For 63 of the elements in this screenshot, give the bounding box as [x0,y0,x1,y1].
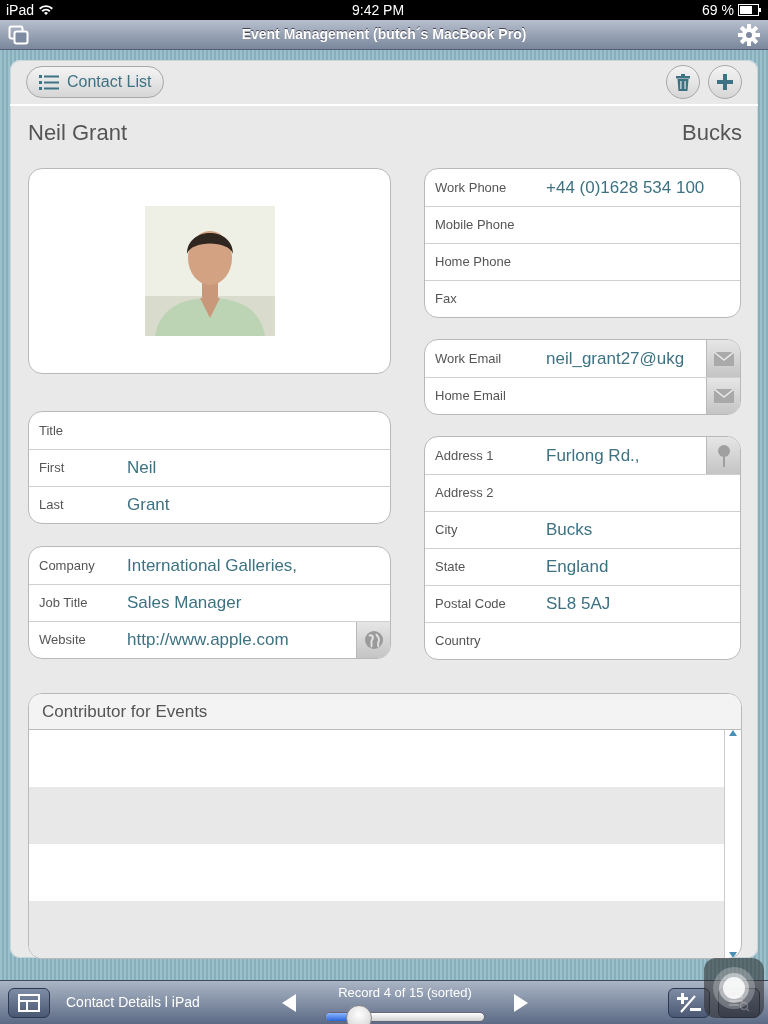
plus-minus-icon [677,992,701,1013]
portal-title: Contributor for Events [29,694,741,730]
field-value: England [546,556,610,579]
field-value: Sales Manager [127,592,243,615]
field-label: Work Email [434,349,503,368]
layouts-button[interactable] [8,987,50,1018]
field-label: Home Email [434,387,507,406]
field-label: First [38,459,66,478]
layout-icon [18,993,40,1012]
field-value: http://www.apple.com [127,629,290,652]
record-counter: Record 4 of 15 (sorted) [338,985,472,1000]
contact-list-button[interactable]: Contact List [26,66,165,98]
contact-name: Neil Grant [28,119,128,147]
field-value: Bucks [546,519,594,542]
field-value: neil_grant27@ukg [546,347,686,370]
globe-icon [364,631,383,649]
field-value: International Galleries, [127,554,299,577]
field-label: Title [38,421,65,440]
field-value: +44 (0)1628 534 100 [546,176,706,199]
pin-icon [717,444,730,467]
add-remove-button[interactable] [668,987,710,1018]
field-label: Website [38,631,87,650]
field-value: Furlong Rd., [546,444,641,467]
device-name: iPad [6,0,35,20]
field-label: Home Phone [434,253,512,272]
status-time: 9:42 PM [352,0,405,20]
settings-button[interactable] [738,22,760,47]
layout-name: Contact Details l iPad [66,993,201,1012]
contact-city: Bucks [682,119,742,147]
field-value: Grant [127,494,171,517]
wifi-icon [38,4,55,16]
field-label: Work Phone [434,178,508,197]
list-icon [39,74,59,90]
windows-icon [8,25,30,46]
field-label: Postal Code [434,595,507,614]
website-button[interactable] [356,622,390,658]
field-value: SL8 5AJ [546,593,612,616]
field-label: Address 1 [434,446,495,465]
field-label: Fax [434,290,458,309]
left-arrow-icon [282,994,296,1013]
field-label: Company [38,556,96,575]
assistive-touch-icon [712,966,756,1010]
envelope-icon [713,389,734,403]
slider-thumb[interactable] [346,1004,373,1024]
right-arrow-icon [514,994,528,1013]
plus-icon [717,74,733,90]
field-value: Neil [127,457,158,480]
assistive-touch-button[interactable] [704,958,764,1018]
battery-percent: 69 % [702,0,734,20]
window-title: Event Management (butch´s MacBook Pro) [241,25,527,44]
add-button[interactable] [708,65,742,99]
field-label: City [434,521,459,540]
field-label: Country [434,632,482,651]
settings-icon [738,24,760,47]
field-label: Mobile Phone [434,216,516,235]
field-label: Job Title [38,594,89,613]
delete-button[interactable] [666,65,700,99]
field-label: State [434,558,467,577]
trash-icon [676,73,690,91]
field-label: Last [38,496,65,515]
field-label: Address 2 [434,484,495,503]
envelope-icon [713,351,734,366]
battery-icon [738,4,762,16]
